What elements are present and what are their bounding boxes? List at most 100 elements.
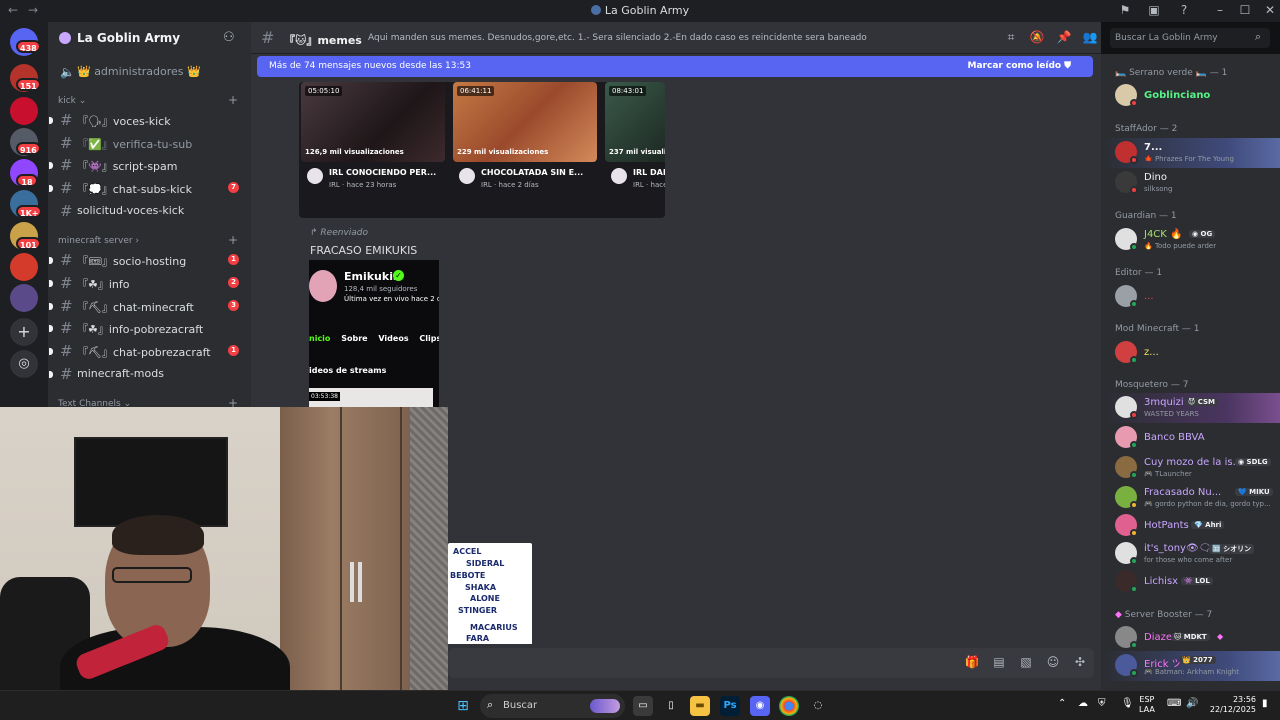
add-channel-icon[interactable]: + — [228, 93, 238, 107]
unread-indicator — [49, 303, 53, 310]
member-item[interactable]: Fracasado Nu... 💙 MIKU 🎮 gordo python de… — [1101, 483, 1280, 513]
channel-item[interactable]: # 『✅』verifica-tu-sub — [48, 133, 251, 153]
unread-indicator — [49, 371, 53, 378]
guild-header[interactable]: La Goblin Army ⌄ ⚇ — [48, 22, 251, 54]
help-icon[interactable]: ? — [1177, 3, 1191, 17]
windows-start-icon[interactable]: ⊞ — [453, 696, 473, 716]
member-item[interactable]: 3mquizi 😈 CSM WASTED YEARS — [1101, 393, 1280, 423]
verified-icon: ✓ — [393, 270, 404, 281]
video-title: IRL CONOCIENDO PER... — [329, 168, 437, 177]
tray-expand-icon[interactable]: ⌃ — [1058, 698, 1066, 709]
overlay-list-item: MACARIUS — [470, 623, 518, 632]
discover-icon[interactable]: ◎ — [10, 350, 38, 378]
overlay-list-item: ALONE — [470, 594, 500, 603]
channel-item[interactable]: # 『⛏』chat-pobrezacraft 1 — [48, 341, 251, 361]
video-title: CHOCOLATADA SIN E... — [481, 168, 584, 177]
member-item[interactable]: Goblinciano — [1101, 81, 1280, 111]
photoshop-icon[interactable]: Ps — [720, 696, 740, 716]
channel-item[interactable]: # 『☘』info 2 — [48, 273, 251, 293]
minimize-icon[interactable]: – — [1213, 3, 1227, 17]
member-name: Dino — [1144, 172, 1167, 183]
apps-icon[interactable]: ✣ — [1072, 655, 1088, 671]
member-item[interactable]: it's_tony👁🗨 🈁 シオリン for those who come af… — [1101, 539, 1280, 569]
channel-item[interactable]: # 『🗣』voces-kick — [48, 110, 251, 130]
hash-icon: # — [60, 342, 73, 360]
member-item[interactable]: 7... 🍁 Phrazes For The Young — [1101, 138, 1280, 168]
maximize-icon[interactable]: ☐ — [1238, 3, 1252, 17]
member-list: 🛏️ Serrano verde 🛏️ — 1 Goblinciano Staf… — [1101, 54, 1280, 690]
divider: · — [356, 32, 359, 42]
onedrive-icon[interactable]: ☁ — [1078, 698, 1088, 709]
discord-icon[interactable]: ◉ — [750, 696, 770, 716]
member-item[interactable]: J4CK 🔥 ◉ OG 🔥 Todo puede arder — [1101, 225, 1280, 255]
member-item[interactable]: Cuy mozo de la is... ◉ SDLG 🎮 TLauncher — [1101, 453, 1280, 483]
channel-item[interactable]: # 『⛏』chat-minecraft 3 — [48, 296, 251, 316]
close-icon[interactable]: ✕ — [1263, 3, 1277, 17]
notification-icon[interactable]: ▮ — [1262, 698, 1268, 709]
channel-name: 『☘』info-pobrezacraft — [77, 323, 204, 336]
volume-icon[interactable]: 🔊 — [1186, 698, 1198, 709]
member-item[interactable]: Lichisx 👾 LOL — [1101, 567, 1280, 597]
clock[interactable]: 23:56 22/12/2025 — [1208, 695, 1256, 715]
hash-icon: # — [60, 156, 73, 174]
video-duration: 06:41:11 — [457, 86, 495, 96]
shield-icon[interactable]: ⛨ — [1098, 698, 1106, 709]
threads-icon[interactable]: ⌗ — [1003, 30, 1019, 46]
new-messages-bar[interactable]: Más de 74 mensajes nuevos desde las 13:5… — [257, 56, 1093, 77]
notepad-icon[interactable]: ▯ — [661, 696, 681, 716]
channel-item[interactable]: # 『☘』info-pobrezacraft — [48, 318, 251, 338]
channel-item[interactable]: # 『💭』chat-subs-kick 7 — [48, 178, 251, 198]
emoji-icon[interactable]: ☺ — [1045, 655, 1061, 671]
server-icon[interactable] — [10, 97, 38, 125]
hash-icon: # — [60, 251, 73, 269]
member-list-icon[interactable]: 👥 — [1082, 30, 1098, 46]
add-member-icon[interactable]: ⚇ — [223, 30, 235, 45]
member-status-text: 🍁 Phrazes For The Young — [1144, 155, 1234, 163]
search-highlight-icon — [590, 699, 620, 713]
taskbar-search[interactable]: ⌕ Buscar — [480, 694, 625, 718]
sticker-icon[interactable]: ▧ — [1018, 655, 1034, 671]
gif-icon[interactable]: ▤ — [991, 655, 1007, 671]
member-item[interactable]: Dino silksong — [1101, 168, 1280, 198]
channel-item[interactable]: # 『🎟』socio-hosting 1 — [48, 250, 251, 270]
channel-item[interactable]: # minecraft-mods — [48, 364, 251, 384]
language-indicator[interactable]: ESP LAA — [1139, 695, 1155, 715]
gift-icon[interactable]: 🎁 — [964, 655, 980, 671]
member-item[interactable]: ... — [1101, 282, 1280, 312]
file-explorer-icon[interactable]: ▬ — [690, 696, 710, 716]
unread-badge: 916 — [16, 142, 41, 155]
member-item[interactable]: z... — [1101, 338, 1280, 368]
pin-icon[interactable]: 📌 — [1056, 30, 1072, 46]
channel-item[interactable]: # solicitud-voces-kick — [48, 201, 251, 221]
app-icon[interactable]: ◌ — [808, 696, 828, 716]
channel-item[interactable]: # 『👾』script-spam — [48, 155, 251, 175]
channel-name: 『⛏』chat-minecraft — [77, 301, 194, 314]
forwarded-image[interactable]: Emikukis ✓ 128,4 mil seguidores Última v… — [309, 260, 439, 410]
member-item[interactable]: HotPants 💎 Ahri — [1101, 511, 1280, 541]
task-view-icon[interactable]: ▭ — [633, 696, 653, 716]
member-item[interactable]: Banco BBVA — [1101, 423, 1280, 453]
network-icon[interactable]: ⌨ — [1167, 698, 1181, 709]
category-kick[interactable]: kick ⌄ — [58, 96, 86, 106]
unread-badge: 1K+ — [16, 205, 43, 218]
microphone-icon[interactable]: 🎙 — [1121, 698, 1134, 709]
mark-as-read-button[interactable]: Marcar como leído ⛊ — [968, 61, 1071, 71]
video-meta: IRL · hace 2 días — [481, 181, 539, 189]
add-channel-icon[interactable]: + — [228, 233, 238, 247]
inbox-flag-icon[interactable]: ⚑ — [1118, 3, 1132, 17]
chrome-icon[interactable] — [779, 696, 799, 716]
member-item[interactable]: Diaze 🐱 MDKT ◆ — [1101, 623, 1280, 653]
message-input-bar[interactable]: 🎁 ▤ ▧ ☺ ✣ — [448, 648, 1094, 678]
status-indicator — [1130, 471, 1138, 479]
search-input[interactable] — [1115, 31, 1250, 45]
channel-topic[interactable]: Aqui manden sus memes. Desnudos,gore,etc… — [368, 33, 867, 43]
channel-item[interactable]: 🔈 👑 administradores 👑 — [48, 62, 251, 82]
screen-icon[interactable]: ▣ — [1147, 3, 1161, 17]
notification-bell-icon[interactable]: 🔕 — [1029, 30, 1045, 46]
member-item[interactable]: Erick ツ 👑 2077 🎮 Batman: Arkham Knight — [1101, 651, 1280, 681]
search-box[interactable]: ⌕ — [1110, 28, 1270, 48]
add-server-icon[interactable]: + — [10, 318, 38, 346]
server-icon[interactable] — [10, 253, 38, 281]
server-icon[interactable] — [10, 284, 38, 312]
category-minecraft[interactable]: minecraft server › — [58, 236, 139, 246]
